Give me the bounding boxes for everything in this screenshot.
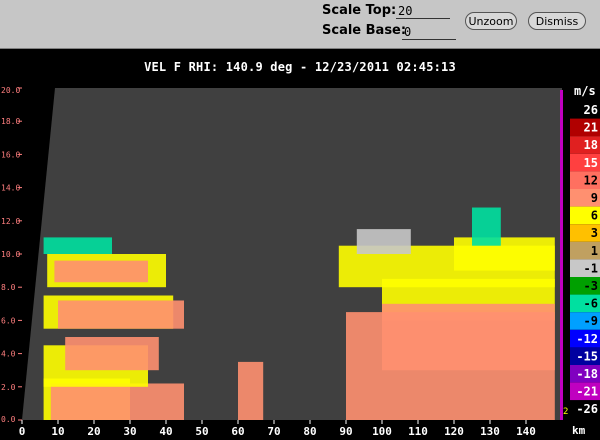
colorbar-unit: m/s <box>574 84 596 98</box>
colorbar-label: 3 <box>591 226 598 240</box>
x-tick-label: 70 <box>267 425 280 438</box>
x-tick-label: 140 <box>516 425 536 438</box>
colorbar-label: 9 <box>591 191 598 205</box>
y-tick-label: 10.0 <box>1 250 20 259</box>
colorbar-label: 1 <box>591 244 598 258</box>
echo-region <box>238 361 264 420</box>
y-tick-label: 6.0 <box>1 316 16 325</box>
y-tick-label: 8.0 <box>1 283 16 292</box>
y-tick-label: 2.0 <box>1 383 16 392</box>
rhi-plot[interactable]: 0.02.04.06.08.010.012.014.016.018.020.0 … <box>0 0 600 440</box>
y-tick-label: 16.0 <box>1 150 20 159</box>
y-tick-label: 20.0 <box>1 86 20 95</box>
echo-region <box>472 207 501 246</box>
x-tick-label: 40 <box>159 425 172 438</box>
x-tick-label: 120 <box>444 425 464 438</box>
x-tick-label: 30 <box>123 425 136 438</box>
x-tick-label: 100 <box>372 425 392 438</box>
x-tick-label: 110 <box>408 425 428 438</box>
echo-region <box>43 237 112 254</box>
x-tick-label: 130 <box>480 425 500 438</box>
echo-region <box>54 260 148 283</box>
echo-region <box>454 237 555 271</box>
colorbar-label: -21 <box>576 385 598 399</box>
colorbar-label: -1 <box>584 261 598 275</box>
y-tick-label: 0.0 <box>1 415 16 424</box>
y-tick-label: 18.0 <box>1 117 20 126</box>
colorbar: 26 21 18 15 12 9 6 3 1 -1 -3 -6 -9 -12 -15 -18 -21 -26 <box>560 90 600 420</box>
colorbar-label: 15 <box>584 156 598 170</box>
legend-marker: 2 <box>563 407 568 417</box>
x-tick-label: 0 <box>19 425 26 438</box>
x-tick-label: 50 <box>195 425 208 438</box>
colorbar-edge <box>560 90 563 420</box>
x-tick-label: 80 <box>303 425 316 438</box>
x-tick-label: 90 <box>339 425 352 438</box>
x-axis: 0 10 20 30 40 50 60 70 80 90 100 110 120 130 140 <box>19 420 536 438</box>
echo-region <box>58 300 184 329</box>
y-tick-label: 14.0 <box>1 184 20 193</box>
x-axis-unit: km <box>572 424 586 437</box>
echo-region <box>382 303 555 371</box>
y-tick-label: 4.0 <box>1 350 16 359</box>
colorbar-label: -12 <box>576 332 598 346</box>
colorbar-label: 21 <box>584 121 598 135</box>
echo-region <box>50 383 184 420</box>
x-tick-label: 20 <box>87 425 100 438</box>
y-tick-label: 12.0 <box>1 217 20 226</box>
echo-region <box>356 229 411 254</box>
colorbar-label: -9 <box>584 314 598 328</box>
x-tick-label: 10 <box>51 425 64 438</box>
colorbar-label: 18 <box>584 138 598 152</box>
colorbar-label: -3 <box>584 279 598 293</box>
echo-region <box>65 337 159 371</box>
x-tick-label: 60 <box>231 425 244 438</box>
colorbar-label: 6 <box>591 209 598 223</box>
colorbar-label: 26 <box>584 103 598 117</box>
colorbar-label: -26 <box>576 402 598 416</box>
colorbar-label: -18 <box>576 367 598 381</box>
colorbar-label: -6 <box>584 297 598 311</box>
colorbar-label: 12 <box>584 173 598 187</box>
colorbar-label: -15 <box>576 349 598 363</box>
